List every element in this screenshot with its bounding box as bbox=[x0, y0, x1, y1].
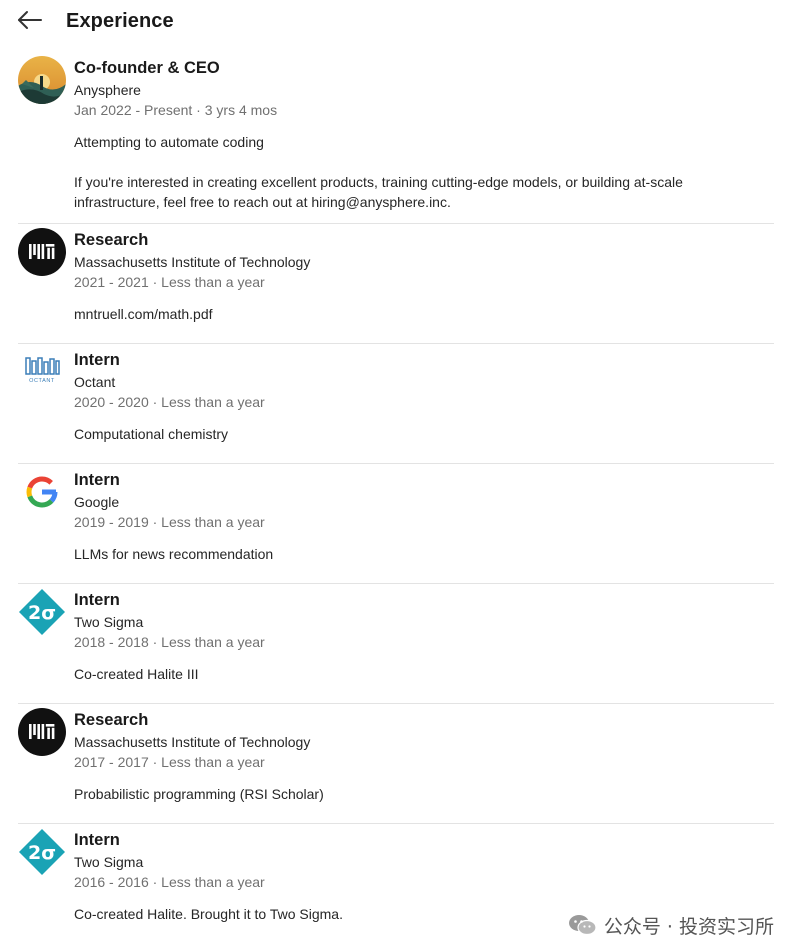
job-description: Co-created Halite III bbox=[74, 666, 199, 682]
job-description-extra: If you're interested in creating excelle… bbox=[74, 174, 683, 210]
company-name: Two Sigma bbox=[74, 854, 144, 870]
google-logo[interactable] bbox=[18, 468, 66, 516]
experience-item[interactable]: 2σ Intern Two Sigma 2018 - 2018 · Less t… bbox=[0, 584, 796, 704]
job-dates: Jan 2022 - Present · 3 yrs 4 mos bbox=[74, 102, 278, 118]
job-title: Intern bbox=[74, 831, 120, 849]
two-sigma-logo[interactable]: 2σ bbox=[18, 828, 66, 876]
company-name: Two Sigma bbox=[74, 614, 144, 630]
job-title: Intern bbox=[74, 591, 120, 609]
svg-text:2σ: 2σ bbox=[28, 842, 56, 864]
job-dates: 2016 - 2016 · Less than a year bbox=[74, 874, 265, 890]
experience-item[interactable]: Intern Google 2019 - 2019 · Less than a … bbox=[0, 464, 796, 584]
company-name: Massachusetts Institute of Technology bbox=[74, 254, 311, 270]
anysphere-logo[interactable] bbox=[18, 56, 66, 104]
experience-item[interactable]: OCTANT Intern Octant 2020 - 2020 · Less … bbox=[0, 344, 796, 464]
company-name: Massachusetts Institute of Technology bbox=[74, 734, 311, 750]
octant-logo[interactable]: OCTANT bbox=[18, 348, 66, 396]
job-title: Intern bbox=[74, 351, 120, 369]
two-sigma-logo[interactable]: 2σ bbox=[18, 588, 66, 636]
experience-item[interactable]: Research Massachusetts Institute of Tech… bbox=[0, 224, 796, 344]
job-dates: 2019 - 2019 · Less than a year bbox=[74, 514, 265, 530]
page-header: Experience bbox=[0, 0, 796, 44]
arrow-left-icon[interactable] bbox=[16, 8, 44, 32]
job-title: Co-founder & CEO bbox=[74, 59, 220, 77]
wechat-icon bbox=[568, 915, 597, 936]
company-name: Google bbox=[74, 494, 120, 510]
experience-item[interactable]: Research Massachusetts Institute of Tech… bbox=[0, 704, 796, 824]
job-title: Intern bbox=[74, 471, 120, 489]
svg-text:2σ: 2σ bbox=[28, 602, 56, 624]
watermark: 公众号 · 投资实习所 bbox=[568, 912, 774, 938]
mit-logo[interactable] bbox=[18, 228, 66, 276]
job-description: mntruell.com/math.pdf bbox=[74, 306, 213, 322]
company-name: Octant bbox=[74, 374, 116, 390]
page-title: Experience bbox=[66, 10, 174, 32]
job-title: Research bbox=[74, 711, 149, 729]
watermark-text: 公众号 · 投资实习所 bbox=[603, 915, 774, 938]
experience-item[interactable]: Co-founder & CEO Anysphere Jan 2022 - Pr… bbox=[0, 52, 796, 224]
job-dates: 2018 - 2018 · Less than a year bbox=[74, 634, 265, 650]
company-name: Anysphere bbox=[74, 82, 141, 98]
svg-text:OCTANT: OCTANT bbox=[29, 378, 55, 384]
job-description: LLMs for news recommendation bbox=[74, 546, 274, 562]
job-title: Research bbox=[74, 231, 149, 249]
mit-logo[interactable] bbox=[18, 708, 66, 756]
job-description: Computational chemistry bbox=[74, 426, 229, 442]
job-dates: 2017 - 2017 · Less than a year bbox=[74, 754, 265, 770]
job-dates: 2020 - 2020 · Less than a year bbox=[74, 394, 265, 410]
experience-list: Co-founder & CEO Anysphere Jan 2022 - Pr… bbox=[0, 52, 796, 944]
job-description: Probabilistic programming (RSI Scholar) bbox=[74, 786, 324, 802]
job-description: Attempting to automate coding bbox=[74, 134, 264, 150]
job-dates: 2021 - 2021 · Less than a year bbox=[74, 274, 265, 290]
